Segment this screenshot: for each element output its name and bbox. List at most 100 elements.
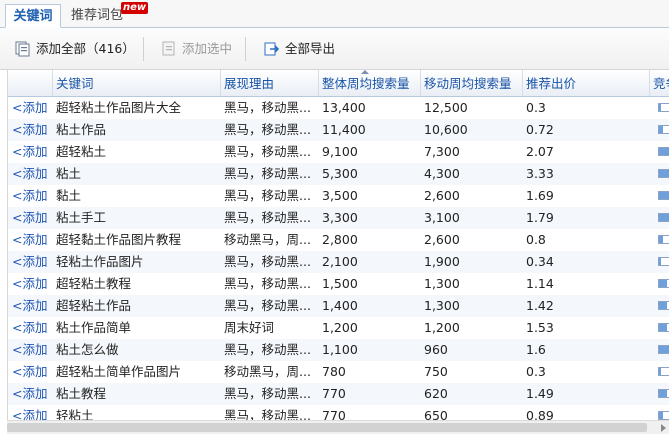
column-header-mobile-search[interactable]: 移动周均搜索量 — [421, 70, 523, 96]
competition-bar — [658, 191, 669, 200]
add-link[interactable]: <添加 — [8, 339, 52, 361]
table-row[interactable]: <添加 粘土作品简单 周末好词 1,200 1,200 1.53 — [8, 317, 669, 339]
competition-bar-fill — [659, 214, 669, 221]
toolbar-separator — [143, 37, 144, 61]
add-link[interactable]: <添加 — [8, 97, 52, 119]
reason-cell: 黑马，移动黑... — [224, 144, 311, 159]
add-link[interactable]: <添加 — [8, 185, 52, 207]
total-search-cell: 2,800 — [322, 232, 358, 247]
table-row[interactable]: <添加 超轻粘土作品 黑马，移动黑... 1,400 1,300 1.42 — [8, 295, 669, 317]
table-row[interactable]: <添加 粘土手工 黑马，移动黑... 3,300 3,100 1.79 — [8, 207, 669, 229]
table-row[interactable]: <添加 粘土教程 黑马，移动黑... 770 620 1.49 — [8, 383, 669, 405]
reason-cell: 黑马，移动黑... — [224, 276, 311, 291]
table-row[interactable]: <添加 粘土作品 黑马，移动黑... 11,400 10,600 0.72 — [8, 119, 669, 141]
competition-bar-fill — [659, 258, 661, 265]
tab-bar: 关键词 推荐词包 new — [0, 0, 669, 28]
reason-cell: 周末好词 — [224, 320, 275, 335]
table-row[interactable]: <添加 超轻粘土作品图片大全 黑马，移动黑... 13,400 12,500 0.3 — [8, 97, 669, 119]
add-link[interactable]: <添加 — [8, 405, 52, 420]
tab-recommended-packages[interactable]: 推荐词包 — [66, 4, 128, 28]
competition-bar — [658, 257, 669, 266]
reason-cell: 黑马，移动黑... — [224, 342, 311, 357]
keyword-cell: 超轻黏土作品图片教程 — [56, 232, 182, 247]
keyword-cell: 粘土手工 — [56, 210, 107, 225]
mobile-search-cell: 620 — [424, 386, 448, 401]
competition-bar — [658, 169, 669, 178]
reason-cell: 黑马，移动黑... — [224, 188, 311, 203]
competition-cell — [650, 207, 669, 229]
scrollbar-thumb[interactable] — [7, 423, 647, 432]
keyword-cell: 超轻粘土作品 — [56, 298, 132, 313]
table-row[interactable]: <添加 粘土 黑马，移动黑... 5,300 4,300 3.33 — [8, 163, 669, 185]
table-row[interactable]: <添加 超轻粘土教程 黑马，移动黑... 1,500 1,300 1.14 — [8, 273, 669, 295]
bid-cell: 3.33 — [526, 166, 554, 181]
horizontal-scrollbar[interactable] — [7, 420, 669, 434]
table-row[interactable]: <添加 黏土 黑马，移动黑... 3,500 2,600 1.69 — [8, 185, 669, 207]
bid-cell: 2.07 — [526, 144, 554, 159]
add-link[interactable]: <添加 — [8, 317, 52, 339]
total-search-cell: 1,500 — [322, 276, 358, 291]
column-header-bid[interactable]: 推荐出价 — [523, 70, 650, 96]
table-row[interactable]: <添加 超轻粘土 黑马，移动黑... 9,100 7,300 2.07 — [8, 141, 669, 163]
mobile-search-cell: 2,600 — [424, 232, 460, 247]
competition-bar — [658, 213, 669, 222]
competition-bar — [658, 125, 669, 134]
table-row[interactable]: <添加 超轻粘土简单作品图片 移动黑马，周... 780 750 0.3 — [8, 361, 669, 383]
competition-bar — [658, 411, 669, 420]
add-link[interactable]: <添加 — [8, 207, 52, 229]
bid-cell: 0.3 — [526, 100, 546, 115]
add-link[interactable]: <添加 — [8, 361, 52, 383]
bid-cell: 1.6 — [526, 342, 546, 357]
total-search-cell: 770 — [322, 386, 346, 401]
table-row[interactable]: <添加 粘土怎么做 黑马，移动黑... 1,100 960 1.6 — [8, 339, 669, 361]
bid-cell: 1.49 — [526, 386, 554, 401]
scroll-right-icon[interactable] — [661, 424, 666, 432]
add-link[interactable]: <添加 — [8, 295, 52, 317]
reason-cell: 黑马，移动黑... — [224, 166, 311, 181]
add-link[interactable]: <添加 — [8, 251, 52, 273]
add-link[interactable]: <添加 — [8, 163, 52, 185]
tab-keywords[interactable]: 关键词 — [5, 4, 61, 28]
bid-cell: 0.8 — [526, 232, 546, 247]
mobile-search-cell: 10,600 — [424, 122, 468, 137]
competition-bar-fill — [659, 324, 668, 331]
table-row[interactable]: <添加 轻粘土 黑马，移动黑... 770 650 0.89 — [8, 405, 669, 420]
reason-cell: 黑马，移动黑... — [224, 408, 311, 420]
keyword-cell: 粘土 — [56, 166, 82, 181]
competition-bar-fill — [659, 412, 664, 419]
new-badge: new — [121, 2, 149, 14]
column-header-reason[interactable]: 展现理由 — [221, 70, 319, 96]
keyword-cell: 轻粘土 — [56, 408, 94, 420]
toolbar-separator — [245, 37, 246, 61]
total-search-cell: 770 — [322, 408, 346, 420]
reason-cell: 黑马，移动黑... — [224, 122, 311, 137]
reason-cell: 黑马，移动黑... — [224, 298, 311, 313]
add-link[interactable]: <添加 — [8, 383, 52, 405]
mobile-search-cell: 960 — [424, 342, 448, 357]
table-header: 关键词 展现理由 整体周均搜索量 移动周均搜索量 推荐出价 竞争 — [8, 70, 669, 97]
add-link[interactable]: <添加 — [8, 141, 52, 163]
keyword-cell: 超轻粘土教程 — [56, 276, 132, 291]
total-search-cell: 13,400 — [322, 100, 366, 115]
competition-bar-fill — [659, 236, 664, 243]
mobile-search-cell: 4,300 — [424, 166, 460, 181]
table-row[interactable]: <添加 轻粘土作品图片 黑马，移动黑... 2,100 1,900 0.34 — [8, 251, 669, 273]
competition-cell — [650, 141, 669, 163]
add-link[interactable]: <添加 — [8, 119, 52, 141]
keyword-cell: 黏土 — [56, 188, 82, 203]
competition-cell — [650, 405, 669, 420]
reason-cell: 移动黑马，周... — [224, 364, 311, 379]
reason-cell: 黑马，移动黑... — [224, 210, 311, 225]
keyword-cell: 粘土作品 — [56, 122, 107, 137]
total-search-cell: 3,300 — [322, 210, 358, 225]
add-link[interactable]: <添加 — [8, 229, 52, 251]
competition-bar-fill — [659, 170, 669, 177]
column-header-total-search[interactable]: 整体周均搜索量 — [319, 70, 421, 96]
mobile-search-cell: 1,200 — [424, 320, 460, 335]
competition-bar-fill — [659, 126, 664, 133]
table-row[interactable]: <添加 超轻黏土作品图片教程 移动黑马，周... 2,800 2,600 0.8 — [8, 229, 669, 251]
column-header-keyword[interactable]: 关键词 — [53, 70, 221, 96]
bid-cell: 0.3 — [526, 364, 546, 379]
add-link[interactable]: <添加 — [8, 273, 52, 295]
column-header-competition[interactable]: 竞争 — [650, 70, 669, 96]
